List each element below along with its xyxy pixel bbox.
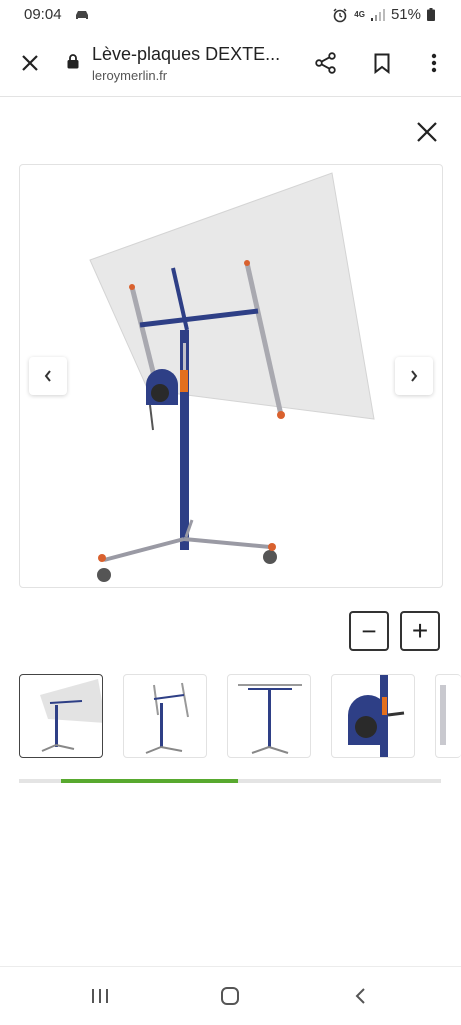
chevron-right-icon	[411, 370, 418, 382]
zoom-out-button[interactable]: −	[349, 611, 389, 651]
network-type: 4G	[354, 10, 365, 19]
thumbnail-1[interactable]	[19, 674, 103, 758]
next-image-button[interactable]	[395, 357, 433, 395]
close-tab-button[interactable]	[14, 47, 46, 79]
browser-toolbar: Lève-plaques DEXTE... leroymerlin.fr	[0, 30, 461, 97]
battery-icon	[427, 8, 435, 21]
thumbnail-3[interactable]	[227, 674, 311, 758]
status-time: 09:04	[24, 6, 62, 23]
back-icon	[355, 988, 365, 1004]
zoom-out-symbol: −	[361, 616, 377, 646]
thumbnail-image	[145, 682, 189, 754]
recent-apps-icon	[92, 989, 108, 1003]
thumbnail-scroll-track	[19, 779, 441, 783]
more-options-button[interactable]	[418, 47, 450, 79]
alarm-icon	[333, 7, 347, 22]
previous-image-button[interactable]	[29, 357, 67, 395]
system-nav-bar	[0, 966, 461, 1025]
share-button[interactable]	[310, 47, 342, 79]
page-url[interactable]: leroymerlin.fr	[92, 68, 167, 83]
zoom-in-symbol: +	[411, 615, 429, 646]
close-icon	[22, 55, 38, 71]
thumbnail-scroll-indicator	[61, 779, 238, 783]
zoom-in-button[interactable]: +	[400, 611, 440, 651]
page-title[interactable]: Lève-plaques DEXTE...	[92, 44, 280, 65]
status-bar: 09:04 4G 51%	[0, 0, 461, 30]
thumbnail-image	[440, 685, 446, 745]
thumbnail-image	[238, 684, 302, 754]
product-image-frame[interactable]	[19, 164, 443, 588]
home-button[interactable]	[210, 979, 250, 1013]
bookmark-icon	[374, 53, 390, 74]
battery-level: 51%	[390, 6, 421, 23]
product-image	[89, 172, 375, 582]
thumbnail-5[interactable]	[435, 674, 461, 758]
close-icon	[417, 122, 437, 142]
recent-apps-button[interactable]	[80, 979, 120, 1013]
thumbnail-image	[40, 679, 102, 752]
thumbnail-image	[348, 675, 405, 757]
more-vert-icon	[431, 53, 437, 73]
close-viewer-button[interactable]	[411, 116, 443, 148]
car-icon	[76, 11, 88, 19]
share-icon	[315, 52, 336, 74]
chevron-left-icon	[44, 370, 51, 382]
home-icon	[221, 987, 239, 1005]
signal-icon	[370, 8, 385, 21]
bookmark-button[interactable]	[366, 47, 398, 79]
thumbnail-2[interactable]	[123, 674, 207, 758]
status-right: 4G 51%	[332, 6, 435, 23]
back-button[interactable]	[340, 979, 380, 1013]
thumbnail-4[interactable]	[331, 674, 415, 758]
lock-icon	[67, 54, 79, 69]
